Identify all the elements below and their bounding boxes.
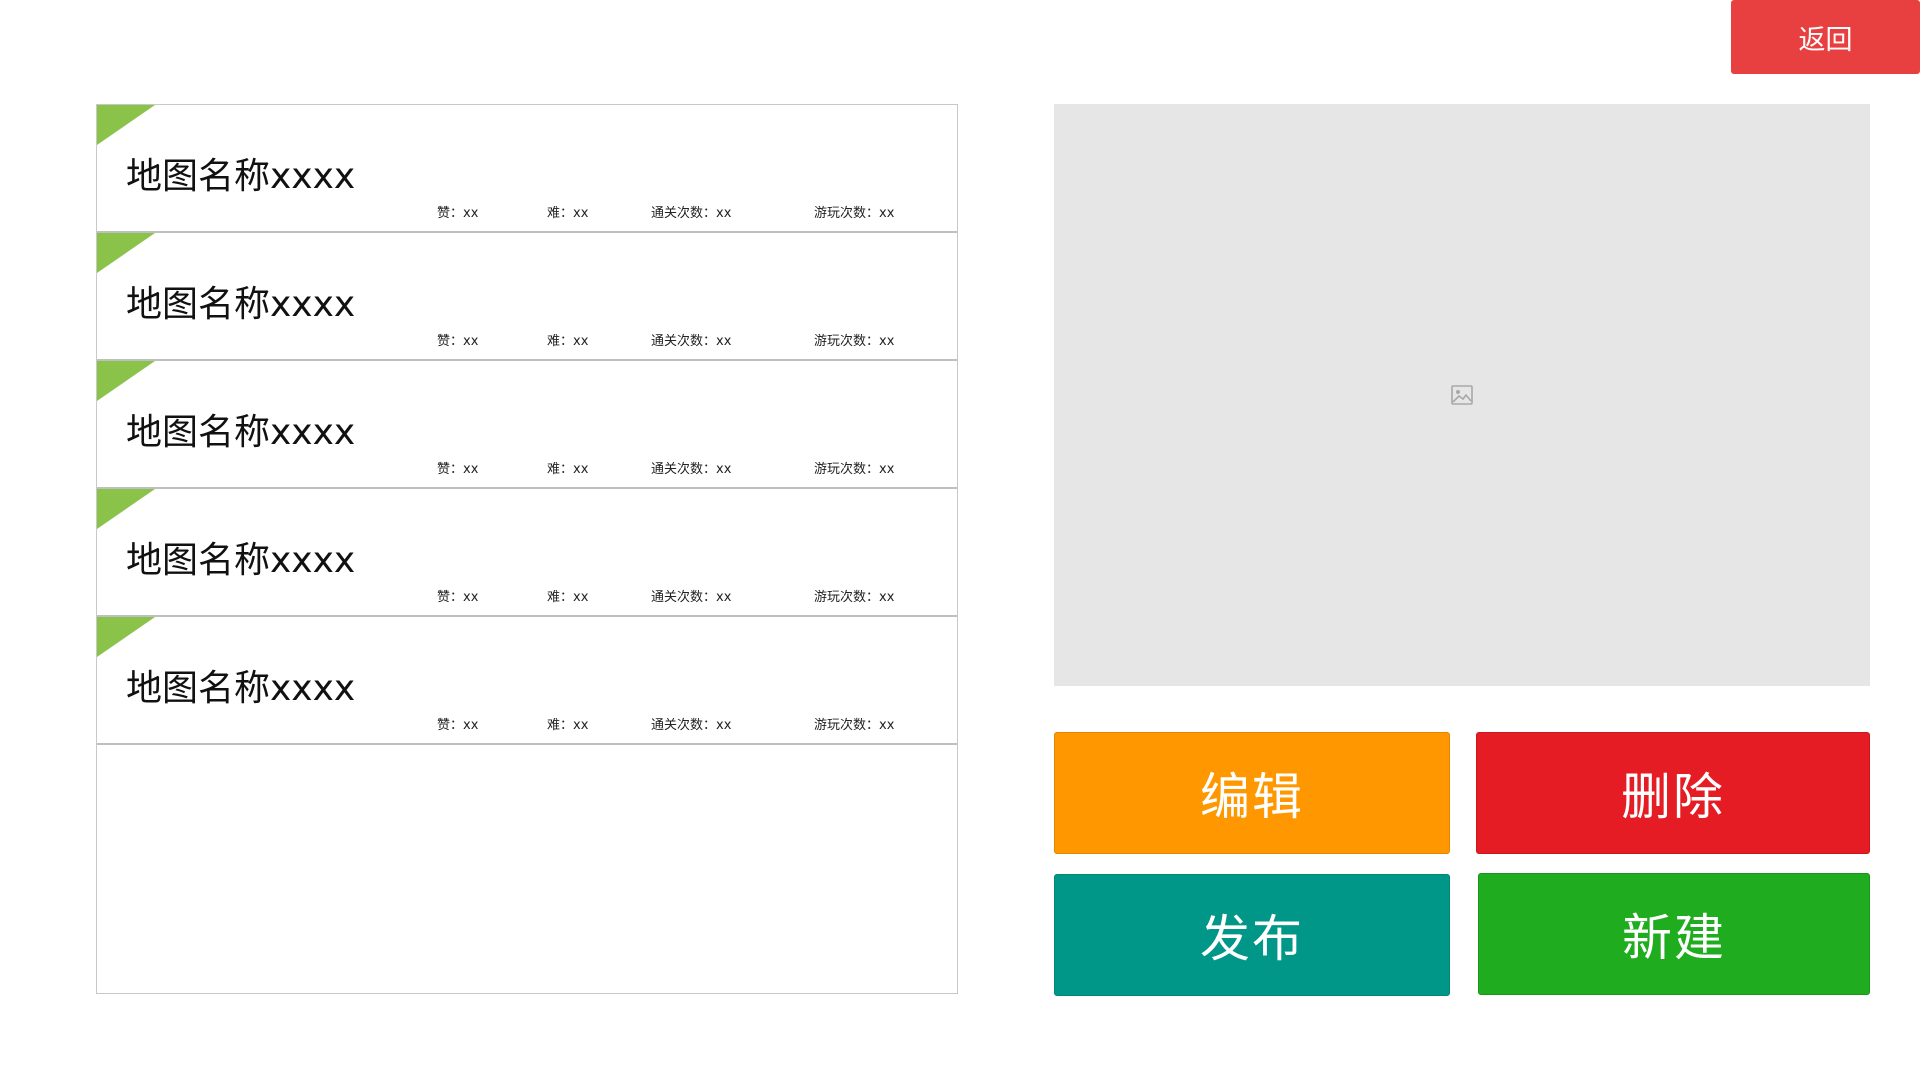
map-name: 地图名称xxxx (126, 156, 356, 197)
delete-button[interactable]: 删除 (1476, 732, 1870, 854)
map-name: 地图名称xxxx (126, 412, 356, 453)
map-list-item[interactable]: 地图名称xxxx 赞：xx 难：xx 通关次数：xx 游玩次数：xx (97, 489, 957, 617)
publish-button[interactable]: 发布 (1054, 874, 1450, 996)
back-button[interactable]: 返回 (1731, 0, 1920, 74)
map-name: 地图名称xxxx (126, 284, 356, 325)
page: 返回 地图名称xxxx 赞：xx 难：xx 通关次数：xx 游玩次数：xx 地图… (0, 0, 1920, 1080)
like-count: 赞：xx (437, 334, 479, 349)
play-count: 游玩次数：xx (814, 206, 895, 221)
map-name: 地图名称xxxx (126, 540, 356, 581)
map-list-item[interactable]: 地图名称xxxx 赞：xx 难：xx 通关次数：xx 游玩次数：xx (97, 233, 957, 361)
corner-tag (97, 617, 155, 657)
difficulty: 难：xx (547, 462, 589, 477)
new-button[interactable]: 新建 (1478, 873, 1870, 995)
difficulty: 难：xx (547, 590, 589, 605)
clear-count: 通关次数：xx (651, 590, 732, 605)
difficulty: 难：xx (547, 206, 589, 221)
map-list-item[interactable]: 地图名称xxxx 赞：xx 难：xx 通关次数：xx 游玩次数：xx (97, 361, 957, 489)
map-list-item[interactable]: 地图名称xxxx 赞：xx 难：xx 通关次数：xx 游玩次数：xx (97, 617, 957, 745)
clear-count: 通关次数：xx (651, 206, 732, 221)
corner-tag (97, 233, 155, 273)
difficulty: 难：xx (547, 718, 589, 733)
like-count: 赞：xx (437, 462, 479, 477)
image-icon (1451, 385, 1473, 405)
corner-tag (97, 105, 155, 145)
map-list: 地图名称xxxx 赞：xx 难：xx 通关次数：xx 游玩次数：xx 地图名称x… (96, 104, 958, 994)
edit-button[interactable]: 编辑 (1054, 732, 1450, 854)
like-count: 赞：xx (437, 206, 479, 221)
clear-count: 通关次数：xx (651, 718, 732, 733)
like-count: 赞：xx (437, 718, 479, 733)
corner-tag (97, 489, 155, 529)
corner-tag (97, 361, 155, 401)
map-list-item[interactable]: 地图名称xxxx 赞：xx 难：xx 通关次数：xx 游玩次数：xx (97, 105, 957, 233)
clear-count: 通关次数：xx (651, 334, 732, 349)
map-preview (1054, 104, 1870, 686)
clear-count: 通关次数：xx (651, 462, 732, 477)
play-count: 游玩次数：xx (814, 334, 895, 349)
like-count: 赞：xx (437, 590, 479, 605)
difficulty: 难：xx (547, 334, 589, 349)
play-count: 游玩次数：xx (814, 718, 895, 733)
play-count: 游玩次数：xx (814, 462, 895, 477)
map-name: 地图名称xxxx (126, 668, 356, 709)
play-count: 游玩次数：xx (814, 590, 895, 605)
